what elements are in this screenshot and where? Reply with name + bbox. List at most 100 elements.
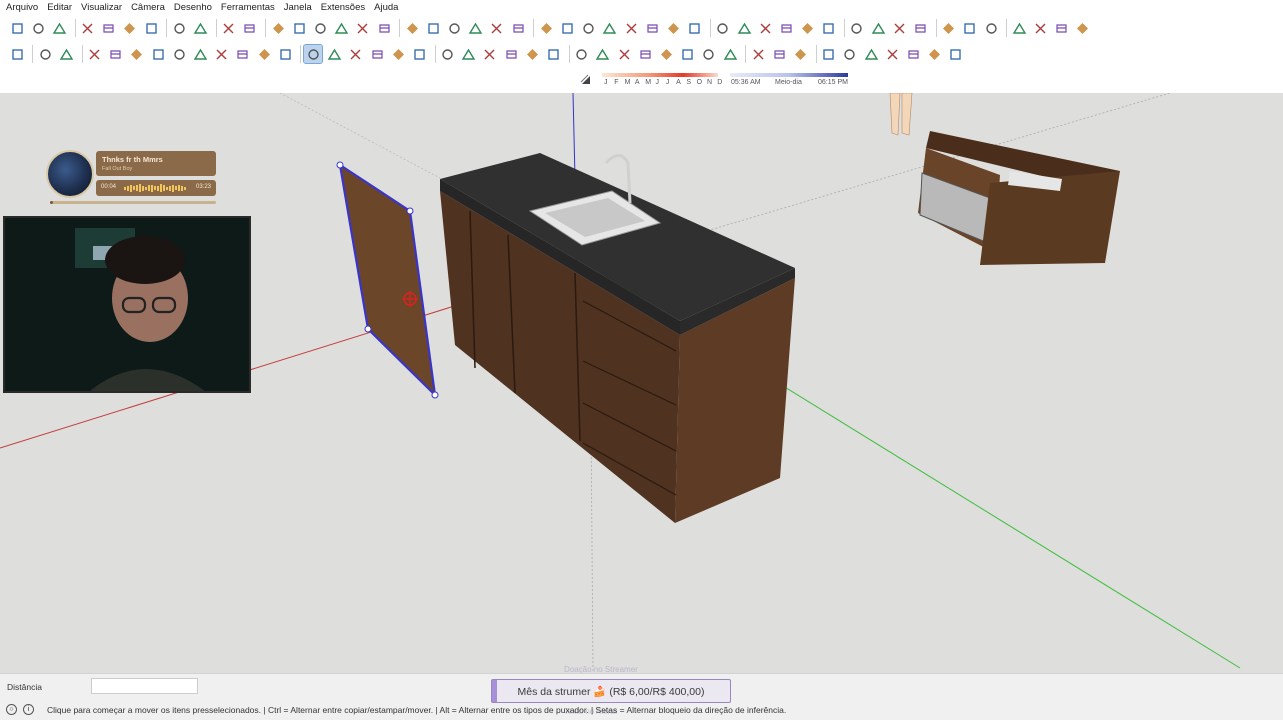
hidden-line-icon[interactable] <box>446 19 464 37</box>
select-icon[interactable] <box>8 45 26 63</box>
orbit-icon[interactable] <box>777 19 795 37</box>
warehouse-icon[interactable] <box>982 19 1000 37</box>
new-file-icon[interactable] <box>8 19 26 37</box>
sandbox-from-scratch-icon[interactable] <box>841 45 859 63</box>
section-cuts-icon[interactable] <box>940 19 958 37</box>
dimension-icon[interactable] <box>460 45 478 63</box>
zoom-extents-icon[interactable] <box>756 19 774 37</box>
monochrome-icon[interactable] <box>509 19 527 37</box>
zoom-window-icon[interactable] <box>636 45 654 63</box>
pan-icon[interactable] <box>799 19 817 37</box>
next-icon[interactable] <box>700 45 718 63</box>
paste-icon[interactable] <box>121 19 139 37</box>
protractor-icon[interactable] <box>481 45 499 63</box>
sandbox-from-contours-icon[interactable] <box>820 45 838 63</box>
menu-8[interactable]: Ajuda <box>374 2 398 13</box>
copy-icon[interactable] <box>100 19 118 37</box>
axes-icon[interactable] <box>523 45 541 63</box>
smoove-icon[interactable] <box>862 45 880 63</box>
back-view-icon[interactable] <box>354 19 372 37</box>
solid-intersect-icon[interactable] <box>643 19 661 37</box>
shadow-toggle-icon[interactable] <box>580 74 592 86</box>
top-view-icon[interactable] <box>290 19 308 37</box>
menu-7[interactable]: Extensões <box>321 2 365 13</box>
print-icon[interactable] <box>220 19 238 37</box>
group-icon[interactable] <box>537 19 555 37</box>
date-slider[interactable] <box>602 73 718 77</box>
section-display-icon[interactable] <box>912 19 930 37</box>
orbit-icon[interactable] <box>573 45 591 63</box>
previous-icon[interactable] <box>679 45 697 63</box>
solid-subtract-icon[interactable] <box>622 19 640 37</box>
menu-6[interactable]: Janela <box>284 2 312 13</box>
extension-warehouse-icon[interactable] <box>1010 19 1028 37</box>
drape-icon[interactable] <box>905 45 923 63</box>
save-icon[interactable] <box>50 19 68 37</box>
account-icon[interactable] <box>1074 19 1092 37</box>
zoom-extents-icon[interactable] <box>657 45 675 63</box>
scale-icon[interactable] <box>389 45 407 63</box>
instructor-info-icon[interactable]: i <box>23 704 34 715</box>
polygon-icon[interactable] <box>192 45 210 63</box>
component-options-icon[interactable] <box>580 19 598 37</box>
tape-measure-icon[interactable] <box>439 45 457 63</box>
solid-split-icon[interactable] <box>686 19 704 37</box>
menu-5[interactable]: Ferramentas <box>221 2 275 13</box>
shaded-icon[interactable] <box>467 19 485 37</box>
look-around-icon[interactable] <box>848 19 866 37</box>
menu-0[interactable]: Arquivo <box>6 2 38 13</box>
wireframe-icon[interactable] <box>424 19 442 37</box>
iso-view-icon[interactable] <box>269 19 287 37</box>
three-point-arc-icon[interactable] <box>255 45 273 63</box>
section-plane-icon[interactable] <box>890 19 908 37</box>
erase-icon[interactable] <box>142 19 160 37</box>
xray-icon[interactable] <box>403 19 421 37</box>
walk-icon[interactable] <box>770 45 788 63</box>
push-pull-icon[interactable] <box>326 45 344 63</box>
pan-icon[interactable] <box>594 45 612 63</box>
layers-icon[interactable] <box>1031 19 1049 37</box>
solid-trim-icon[interactable] <box>664 19 682 37</box>
left-view-icon[interactable] <box>375 19 393 37</box>
entity-info-icon[interactable] <box>735 19 753 37</box>
eraser-icon[interactable] <box>57 45 75 63</box>
outer-shell-icon[interactable] <box>714 19 732 37</box>
paint-bucket-icon[interactable] <box>36 45 54 63</box>
redo-icon[interactable] <box>192 19 210 37</box>
circle-icon[interactable] <box>170 45 188 63</box>
position-camera-icon[interactable] <box>721 45 739 63</box>
section-icon[interactable] <box>792 45 810 63</box>
position-camera-icon[interactable] <box>869 19 887 37</box>
cut-icon[interactable] <box>79 19 97 37</box>
undo-icon[interactable] <box>170 19 188 37</box>
solid-union-icon[interactable] <box>601 19 619 37</box>
stamp-icon[interactable] <box>883 45 901 63</box>
textured-icon[interactable] <box>488 19 506 37</box>
geo-location-icon[interactable]: ○ <box>6 704 17 715</box>
3d-text-icon[interactable] <box>545 45 563 63</box>
follow-me-icon[interactable] <box>368 45 386 63</box>
front-view-icon[interactable] <box>311 19 329 37</box>
flip-edge-icon[interactable] <box>947 45 965 63</box>
arc-icon[interactable] <box>213 45 231 63</box>
right-view-icon[interactable] <box>333 19 351 37</box>
component-icon[interactable] <box>559 19 577 37</box>
measurements-input[interactable] <box>91 678 198 694</box>
move-icon[interactable] <box>303 44 324 64</box>
two-point-arc-icon[interactable] <box>234 45 252 63</box>
add-detail-icon[interactable] <box>926 45 944 63</box>
rectangle-icon[interactable] <box>128 45 146 63</box>
model-info-icon[interactable] <box>241 19 259 37</box>
look-around-icon[interactable] <box>749 45 767 63</box>
rotated-rectangle-icon[interactable] <box>149 45 167 63</box>
menu-3[interactable]: Câmera <box>131 2 165 13</box>
open-file-icon[interactable] <box>29 19 47 37</box>
drawing-viewport[interactable]: Thnks fr th Mmrs Fall Out Boy 00:04 03:2… <box>0 93 1283 673</box>
walk-icon[interactable] <box>820 19 838 37</box>
line-icon[interactable] <box>86 45 104 63</box>
menu-2[interactable]: Visualizar <box>81 2 122 13</box>
menu-4[interactable]: Desenho <box>174 2 212 13</box>
rotate-icon[interactable] <box>347 45 365 63</box>
time-slider[interactable] <box>730 73 848 77</box>
menu-1[interactable]: Editar <box>47 2 72 13</box>
